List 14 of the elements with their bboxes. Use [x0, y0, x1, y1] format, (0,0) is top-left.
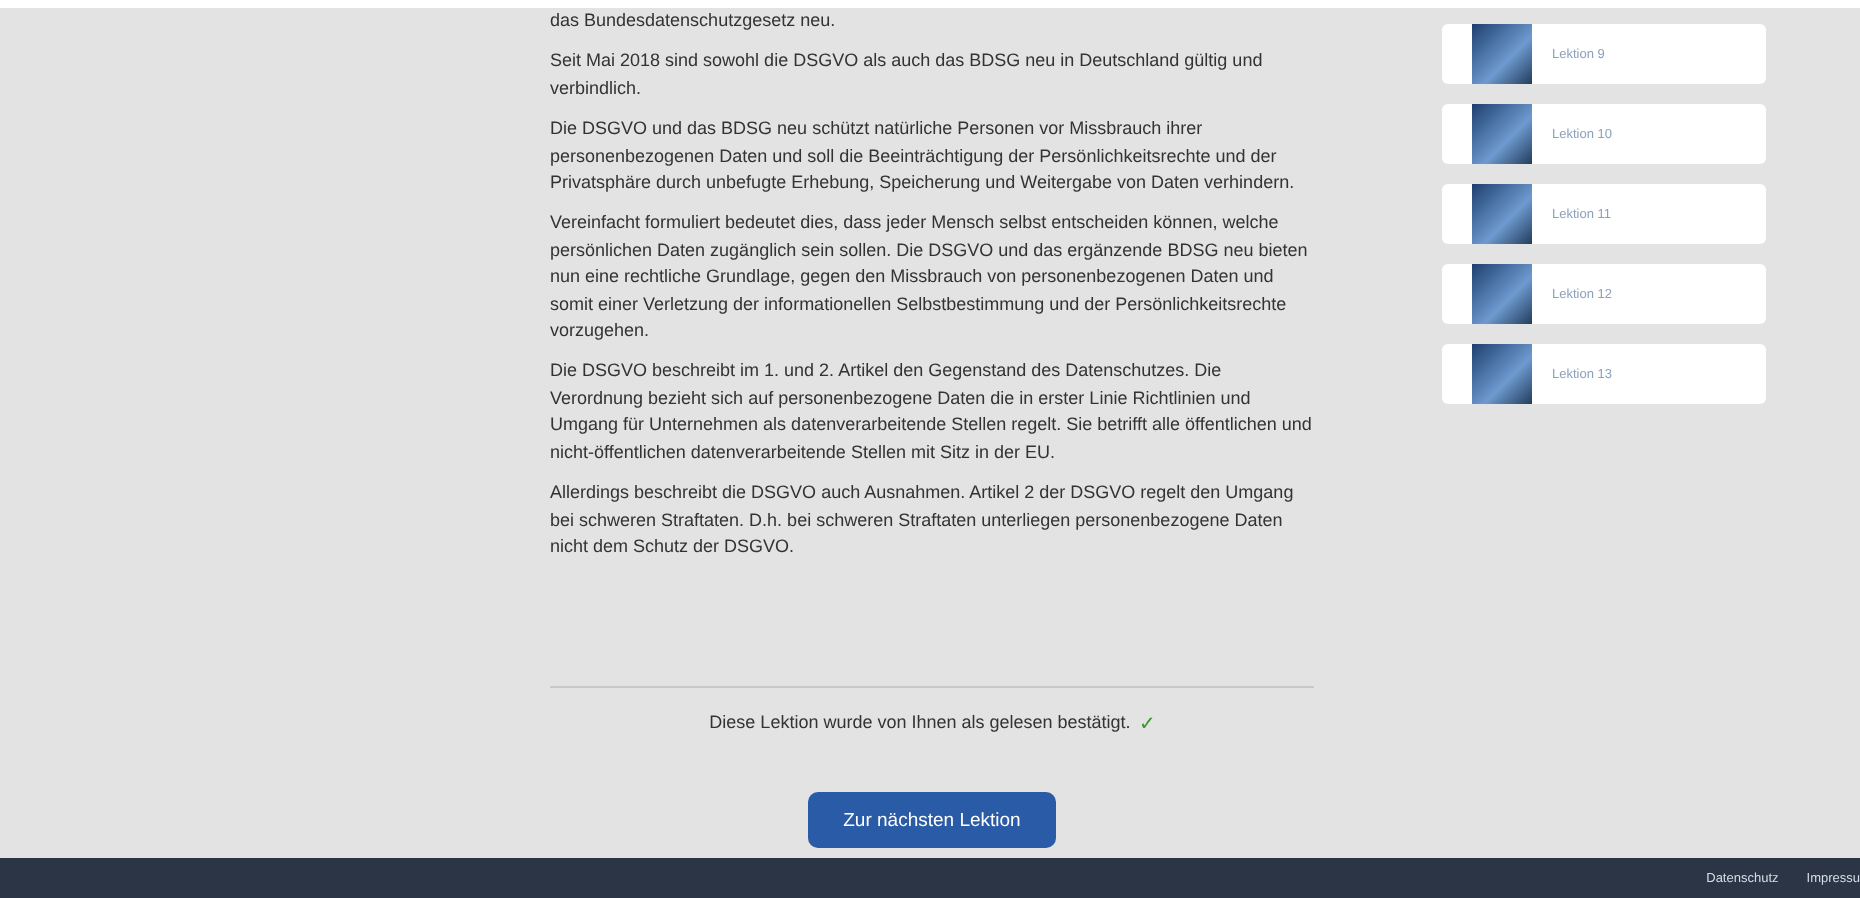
- paragraph: Die DSGVO und das BDSG neu schützt natürliche Personen vor Missbrauch ihrer personenbezogenen Daten und soll die Beeinträchtigung der Persönlichkeitsrechte und der Privatsphäre durch unbefugte Erhebung, Speicherung und Weitergabe von Daten verhindern.: [550, 116, 1297, 197]
- paragraph: das Bundesdatenschutzgesetz neu.: [550, 8, 838, 34]
- paragraph: Seit Mai 2018 sind sowohl die DSGVO als auch das BDSG neu in Deutschland gültig und verbindlich.: [550, 48, 1265, 102]
- photo-placeholder: [1472, 104, 1532, 164]
- photo-placeholder: [1472, 344, 1532, 404]
- check-mark: ✓: [1138, 712, 1155, 737]
- confirmation-text: Diese Lektion wurde von Ihnen als gelesen bestätigt.: [709, 712, 1131, 737]
- paragraph: Die DSGVO beschreibt im 1. und 2. Artikel den Gegenstand des Datenschutzes. Die Verordnung bezieht sich auf personenbezogene Daten die in erster Linie Richtlinien und Umgang für Unternehmen als datenverarbeitende Stellen regelt. Sie betrifft alle öffentlichen und nicht-öffentlichen datenverarbeitende Stellen mit Sitz in der EU.: [550, 358, 1314, 466]
- photo-placeholder: [1472, 184, 1532, 244]
- next-lesson-button[interactable]: Zur nächsten Lektion: [808, 792, 1056, 849]
- photo-placeholder: [1472, 24, 1532, 84]
- paragraph: Allerdings beschreibt die DSGVO auch Ausnahmen. Artikel 2 der DSGVO regelt den Umgang bei schweren Straftaten. D.h. bei schweren Straftaten unterliegen personenbezogene Daten nicht dem Schutz der DSGVO.: [550, 480, 1296, 560]
- photo-placeholder: [1472, 264, 1532, 324]
- paragraph: Vereinfacht formuliert bedeutet dies, dass jeder Mensch selbst entscheiden können, welche persönlichen Daten zugänglich sein sollen. Die DSGVO und das ergänzende BDSG neu bieten nun eine rechtliche Grundlage, gegen den Missbrauch von personenbezogenen Daten und somit einer Verletzung der informationellen Selbstbestimmung und der Persönlichkeitsrechte vorzugehen.: [550, 210, 1310, 345]
